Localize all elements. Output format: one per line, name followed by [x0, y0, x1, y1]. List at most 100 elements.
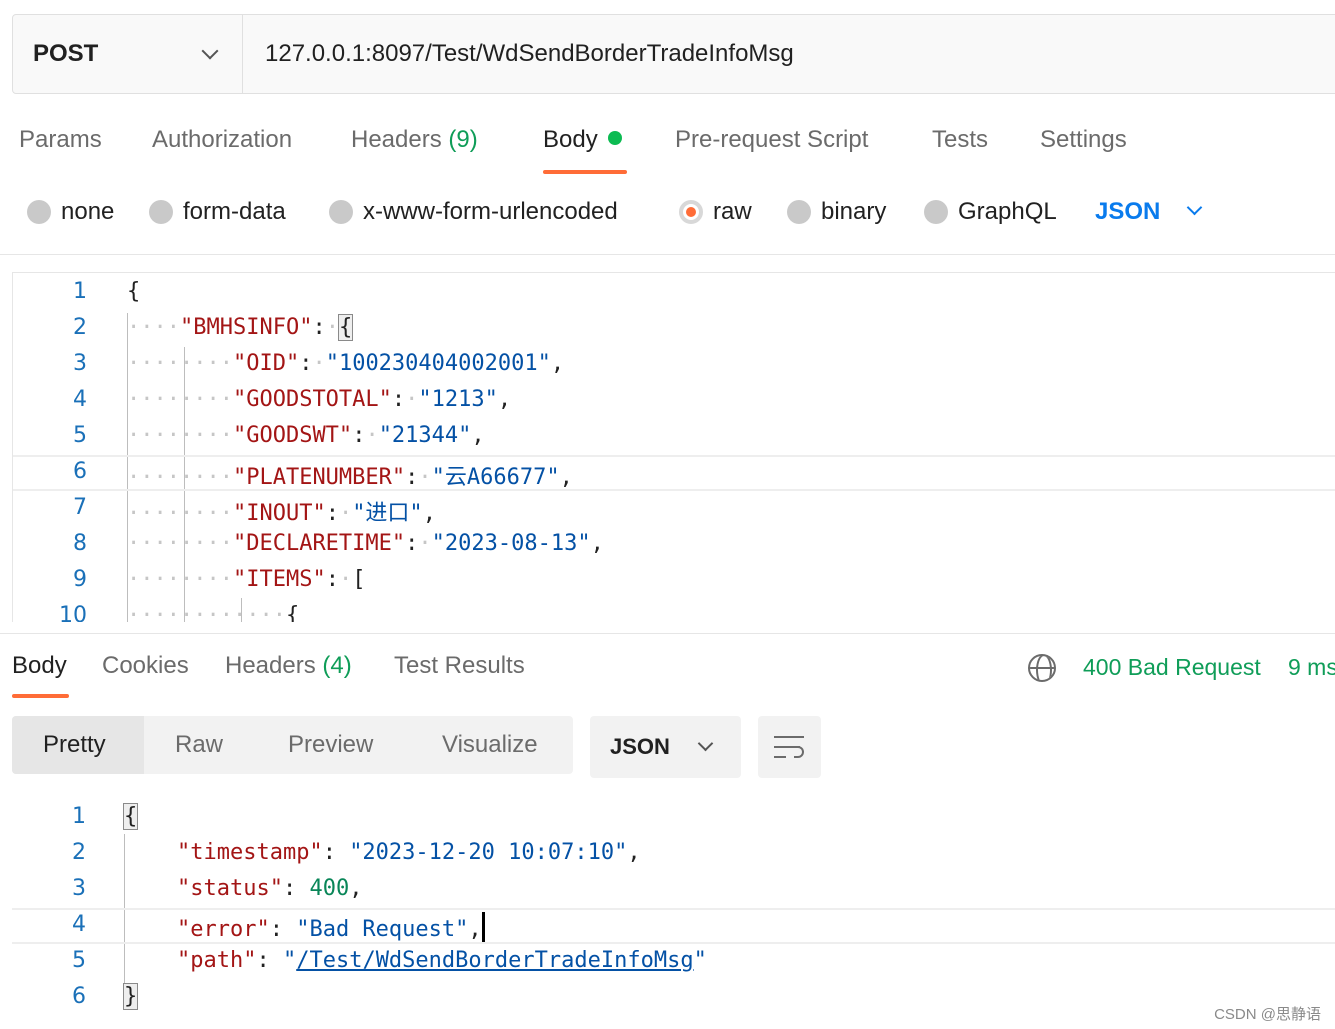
res-tab-body[interactable]: Body — [12, 652, 67, 680]
code-line: 2 ····"BMHSINFO":·{ — [13, 311, 1335, 347]
radio-label: form-data — [183, 198, 286, 225]
json-key: "OID" — [232, 351, 300, 376]
code-line: 9 ········"ITEMS":·[ — [13, 563, 1335, 599]
divider — [0, 633, 1335, 634]
view-visualize[interactable]: Visualize — [442, 716, 538, 774]
view-raw[interactable]: Raw — [175, 716, 223, 774]
view-pretty[interactable]: Pretty — [12, 716, 144, 774]
code-line: 7 ········"INOUT":·"进口", — [13, 491, 1335, 527]
request-url-bar: POST 127.0.0.1:8097/Test/WdSendBorderTra… — [12, 14, 1335, 94]
request-tabs: Params Authorization Headers (9) Body Pr… — [0, 120, 1335, 180]
line-number: 10 — [59, 603, 87, 622]
tab-body[interactable]: Body — [543, 126, 622, 154]
radio-x-www-form-urlencoded[interactable]: x-www-form-urlencoded — [329, 198, 618, 226]
response-body-viewer[interactable]: 1 { 2 "timestamp": "2023-12-20 10:07:10"… — [12, 800, 1335, 1020]
radio-none[interactable]: none — [27, 198, 114, 226]
radio-label: GraphQL — [958, 198, 1057, 225]
code-token: { — [285, 603, 300, 622]
radio-circle — [149, 200, 173, 224]
res-tab-test-results[interactable]: Test Results — [394, 652, 525, 680]
line-number: 9 — [73, 567, 87, 592]
path-link[interactable]: /Test/WdSendBorderTradeInfoMsg — [296, 948, 693, 973]
json-key: "BMHSINFO" — [179, 315, 313, 340]
tab-headers-count: (9) — [448, 126, 478, 153]
tab-settings[interactable]: Settings — [1040, 126, 1127, 154]
line-number: 1 — [72, 804, 86, 829]
line-number: 7 — [73, 495, 87, 520]
res-tab-cookies[interactable]: Cookies — [102, 652, 189, 680]
res-tab-headers[interactable]: Headers (4) — [225, 652, 352, 680]
line-number: 6 — [72, 984, 86, 1009]
divider — [0, 254, 1335, 255]
line-number: 4 — [72, 912, 86, 937]
code-line: 3 "status": 400, — [12, 872, 1335, 908]
json-value: "2023-12-20 10:07:10" — [349, 840, 628, 865]
body-format-select[interactable]: JSON — [1095, 198, 1160, 226]
radio-label: x-www-form-urlencoded — [363, 198, 618, 225]
line-number: 8 — [73, 531, 87, 556]
radio-circle-selected — [679, 200, 703, 224]
tab-body-label: Body — [543, 126, 598, 153]
radio-raw[interactable]: raw — [679, 198, 752, 226]
radio-circle — [329, 200, 353, 224]
radio-graphql[interactable]: GraphQL — [924, 198, 1057, 226]
json-key: "status" — [176, 876, 283, 901]
code-line: 5 ········"GOODSWT":·"21344", — [13, 419, 1335, 455]
method-select[interactable]: POST — [13, 15, 243, 93]
response-view-switch: Pretty Raw Preview Visualize — [12, 716, 573, 774]
globe-icon[interactable] — [1028, 654, 1056, 682]
json-value: "Bad Request" — [296, 917, 469, 942]
response-time[interactable]: 9 ms — [1288, 654, 1335, 681]
line-number: 3 — [73, 351, 87, 376]
code-line: 4 ········"GOODSTOTAL":·"1213", — [13, 383, 1335, 419]
url-input[interactable]: 127.0.0.1:8097/Test/WdSendBorderTradeInf… — [243, 15, 794, 93]
tab-pre-request-script[interactable]: Pre-request Script — [675, 126, 868, 154]
line-number: 3 — [72, 876, 86, 901]
tab-authorization[interactable]: Authorization — [152, 126, 292, 154]
res-tab-headers-count: (4) — [322, 652, 352, 679]
response-format-select[interactable]: JSON — [590, 716, 741, 778]
json-value: "2023-08-13" — [431, 531, 591, 556]
line-number: 2 — [73, 315, 87, 340]
json-key: "GOODSTOTAL" — [232, 387, 392, 412]
tab-headers[interactable]: Headers (9) — [351, 126, 478, 154]
radio-label: raw — [713, 198, 752, 225]
request-body-editor[interactable]: 1 { 2 ····"BMHSINFO":·{ 3 ········"OID":… — [12, 272, 1335, 622]
json-key: "GOODSWT" — [232, 423, 353, 448]
radio-circle — [787, 200, 811, 224]
text-cursor — [481, 912, 485, 942]
line-number: 4 — [73, 387, 87, 412]
code-line: 8 ········"DECLARETIME":·"2023-08-13", — [13, 527, 1335, 563]
code-line: 5 "path": "/Test/WdSendBorderTradeInfoMs… — [12, 944, 1335, 980]
json-key: "ITEMS" — [232, 567, 326, 592]
radio-binary[interactable]: binary — [787, 198, 886, 226]
json-value: "1213" — [418, 387, 498, 412]
line-number: 6 — [73, 459, 87, 484]
code-line: 10 ············{ — [13, 599, 1335, 622]
response-status[interactable]: 400 Bad Request — [1083, 654, 1261, 681]
json-key: "error" — [176, 917, 270, 942]
view-preview[interactable]: Preview — [288, 716, 373, 774]
matched-brace: { — [337, 314, 354, 341]
code-line: 1 { — [12, 800, 1335, 836]
matched-brace: } — [122, 983, 139, 1010]
response-format-label: JSON — [610, 734, 670, 759]
wrap-lines-button[interactable] — [758, 716, 821, 778]
code-line: 6 } — [12, 980, 1335, 1016]
code-token: { — [127, 279, 141, 304]
json-value: "云A66677" — [431, 465, 560, 490]
json-key: "PLATENUMBER" — [232, 465, 406, 490]
tab-params[interactable]: Params — [19, 126, 102, 154]
line-number: 5 — [73, 423, 87, 448]
tab-tests[interactable]: Tests — [932, 126, 988, 154]
line-number: 5 — [72, 948, 86, 973]
active-tab-underline — [12, 694, 69, 698]
code-line: 1 { — [13, 275, 1335, 311]
radio-label: none — [61, 198, 115, 225]
chevron-down-icon — [697, 735, 714, 752]
method-label: POST — [33, 40, 99, 67]
radio-label: binary — [821, 198, 887, 225]
watermark: CSDN @思静语 — [1214, 1006, 1321, 1023]
json-value: "21344" — [378, 423, 472, 448]
radio-form-data[interactable]: form-data — [149, 198, 286, 226]
